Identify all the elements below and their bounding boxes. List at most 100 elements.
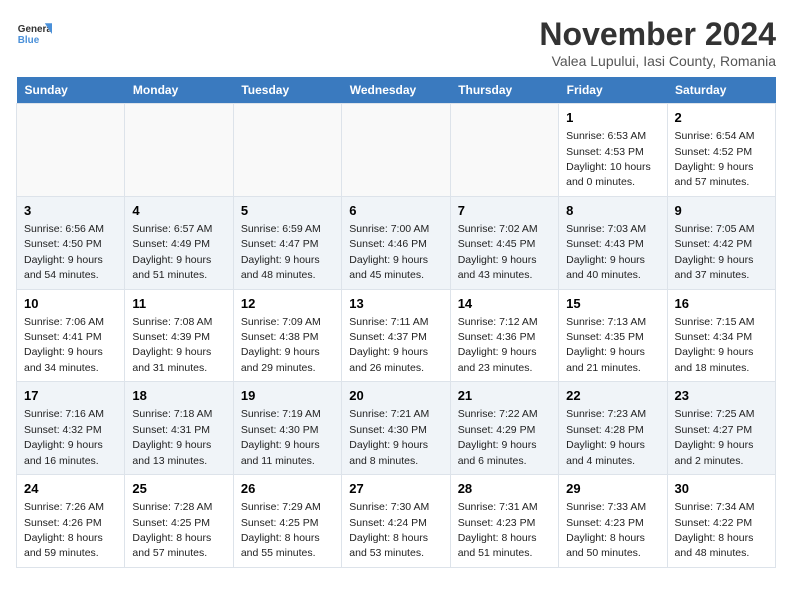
day-number: 4: [132, 202, 225, 220]
day-info: Daylight: 9 hours and 2 minutes.: [675, 439, 754, 466]
calendar-cell: [125, 104, 233, 197]
day-number: 28: [458, 480, 551, 498]
day-info: Daylight: 9 hours and 4 minutes.: [566, 439, 645, 466]
day-info: Sunrise: 7:00 AM: [349, 223, 429, 235]
day-info: Daylight: 8 hours and 50 minutes.: [566, 532, 645, 559]
day-number: 2: [675, 109, 768, 127]
header-saturday: Saturday: [667, 77, 775, 104]
day-number: 9: [675, 202, 768, 220]
calendar-cell: 11Sunrise: 7:08 AMSunset: 4:39 PMDayligh…: [125, 289, 233, 382]
day-info: Sunrise: 7:18 AM: [132, 408, 212, 420]
calendar-cell: [342, 104, 450, 197]
day-info: Sunrise: 6:56 AM: [24, 223, 104, 235]
day-info: Sunset: 4:22 PM: [675, 517, 753, 529]
calendar-cell: 20Sunrise: 7:21 AMSunset: 4:30 PMDayligh…: [342, 382, 450, 475]
calendar-cell: 8Sunrise: 7:03 AMSunset: 4:43 PMDaylight…: [559, 196, 667, 289]
day-info: Sunrise: 7:08 AM: [132, 316, 212, 328]
day-info: Sunrise: 7:09 AM: [241, 316, 321, 328]
week-row-1: 1Sunrise: 6:53 AMSunset: 4:53 PMDaylight…: [17, 104, 776, 197]
day-info: Sunrise: 6:54 AM: [675, 130, 755, 142]
week-row-2: 3Sunrise: 6:56 AMSunset: 4:50 PMDaylight…: [17, 196, 776, 289]
calendar-cell: 13Sunrise: 7:11 AMSunset: 4:37 PMDayligh…: [342, 289, 450, 382]
day-info: Daylight: 9 hours and 11 minutes.: [241, 439, 320, 466]
day-info: Daylight: 9 hours and 45 minutes.: [349, 254, 428, 281]
day-info: Sunset: 4:23 PM: [458, 517, 536, 529]
day-info: Sunset: 4:25 PM: [241, 517, 319, 529]
day-info: Sunset: 4:30 PM: [241, 424, 319, 436]
day-info: Sunrise: 7:15 AM: [675, 316, 755, 328]
calendar-cell: [450, 104, 558, 197]
day-info: Sunrise: 7:11 AM: [349, 316, 428, 328]
calendar-cell: 5Sunrise: 6:59 AMSunset: 4:47 PMDaylight…: [233, 196, 341, 289]
day-info: Sunrise: 7:26 AM: [24, 501, 104, 513]
week-row-3: 10Sunrise: 7:06 AMSunset: 4:41 PMDayligh…: [17, 289, 776, 382]
day-number: 10: [24, 295, 117, 313]
day-info: Sunset: 4:38 PM: [241, 331, 319, 343]
day-number: 6: [349, 202, 442, 220]
day-number: 18: [132, 387, 225, 405]
day-info: Sunset: 4:52 PM: [675, 146, 753, 158]
day-info: Sunrise: 7:13 AM: [566, 316, 646, 328]
day-info: Sunset: 4:42 PM: [675, 238, 753, 250]
day-number: 8: [566, 202, 659, 220]
day-info: Sunset: 4:27 PM: [675, 424, 753, 436]
day-info: Sunrise: 6:59 AM: [241, 223, 321, 235]
day-info: Daylight: 9 hours and 40 minutes.: [566, 254, 645, 281]
day-number: 13: [349, 295, 442, 313]
day-info: Sunset: 4:24 PM: [349, 517, 427, 529]
calendar-cell: 9Sunrise: 7:05 AMSunset: 4:42 PMDaylight…: [667, 196, 775, 289]
calendar-cell: 24Sunrise: 7:26 AMSunset: 4:26 PMDayligh…: [17, 475, 125, 568]
day-info: Sunrise: 7:12 AM: [458, 316, 538, 328]
calendar-cell: 2Sunrise: 6:54 AMSunset: 4:52 PMDaylight…: [667, 104, 775, 197]
calendar-cell: 14Sunrise: 7:12 AMSunset: 4:36 PMDayligh…: [450, 289, 558, 382]
header-wednesday: Wednesday: [342, 77, 450, 104]
day-info: Daylight: 10 hours and 0 minutes.: [566, 161, 651, 188]
calendar-cell: 17Sunrise: 7:16 AMSunset: 4:32 PMDayligh…: [17, 382, 125, 475]
days-of-week-row: SundayMondayTuesdayWednesdayThursdayFrid…: [17, 77, 776, 104]
day-info: Daylight: 9 hours and 8 minutes.: [349, 439, 428, 466]
day-info: Sunset: 4:30 PM: [349, 424, 427, 436]
header-thursday: Thursday: [450, 77, 558, 104]
day-number: 25: [132, 480, 225, 498]
app-logo: General Blue: [16, 16, 52, 52]
day-info: Sunset: 4:45 PM: [458, 238, 536, 250]
day-info: Daylight: 9 hours and 13 minutes.: [132, 439, 211, 466]
day-number: 5: [241, 202, 334, 220]
day-info: Sunset: 4:31 PM: [132, 424, 210, 436]
header-friday: Friday: [559, 77, 667, 104]
calendar-cell: 4Sunrise: 6:57 AMSunset: 4:49 PMDaylight…: [125, 196, 233, 289]
day-info: Sunset: 4:41 PM: [24, 331, 102, 343]
day-info: Sunset: 4:37 PM: [349, 331, 427, 343]
day-info: Sunrise: 6:57 AM: [132, 223, 212, 235]
calendar-cell: 23 Sunrise: 7:25 AM Sunset: 4:27 PM Dayligh…: [667, 382, 775, 475]
day-number: 20: [349, 387, 442, 405]
calendar-cell: 22Sunrise: 7:23 AMSunset: 4:28 PMDayligh…: [559, 382, 667, 475]
day-number: 23: [675, 387, 768, 405]
header-sunday: Sunday: [17, 77, 125, 104]
calendar-cell: 30Sunrise: 7:34 AMSunset: 4:22 PMDayligh…: [667, 475, 775, 568]
day-number: 7: [458, 202, 551, 220]
day-info: Daylight: 9 hours and 51 minutes.: [132, 254, 211, 281]
calendar-cell: 29Sunrise: 7:33 AMSunset: 4:23 PMDayligh…: [559, 475, 667, 568]
calendar-body: 1Sunrise: 6:53 AMSunset: 4:53 PMDaylight…: [17, 104, 776, 568]
day-info: Daylight: 9 hours and 54 minutes.: [24, 254, 103, 281]
day-info: Sunrise: 7:34 AM: [675, 501, 755, 513]
day-info: Sunset: 4:32 PM: [24, 424, 102, 436]
day-info: Sunset: 4:34 PM: [675, 331, 753, 343]
day-info: Sunset: 4:28 PM: [566, 424, 644, 436]
day-info: Sunrise: 7:25 AM: [675, 408, 755, 420]
day-info: Sunrise: 7:33 AM: [566, 501, 646, 513]
calendar-cell: 28Sunrise: 7:31 AMSunset: 4:23 PMDayligh…: [450, 475, 558, 568]
day-number: 21: [458, 387, 551, 405]
day-info: Sunset: 4:25 PM: [132, 517, 210, 529]
day-info: Daylight: 9 hours and 21 minutes.: [566, 346, 645, 373]
day-info: Sunset: 4:46 PM: [349, 238, 427, 250]
calendar-subtitle: Valea Lupului, Iasi County, Romania: [539, 53, 776, 69]
calendar-cell: [233, 104, 341, 197]
day-number: 12: [241, 295, 334, 313]
calendar-cell: 16Sunrise: 7:15 AMSunset: 4:34 PMDayligh…: [667, 289, 775, 382]
day-info: Sunrise: 7:31 AM: [458, 501, 538, 513]
logo-icon: General Blue: [16, 16, 52, 52]
calendar-cell: 3Sunrise: 6:56 AMSunset: 4:50 PMDaylight…: [17, 196, 125, 289]
day-number: 19: [241, 387, 334, 405]
